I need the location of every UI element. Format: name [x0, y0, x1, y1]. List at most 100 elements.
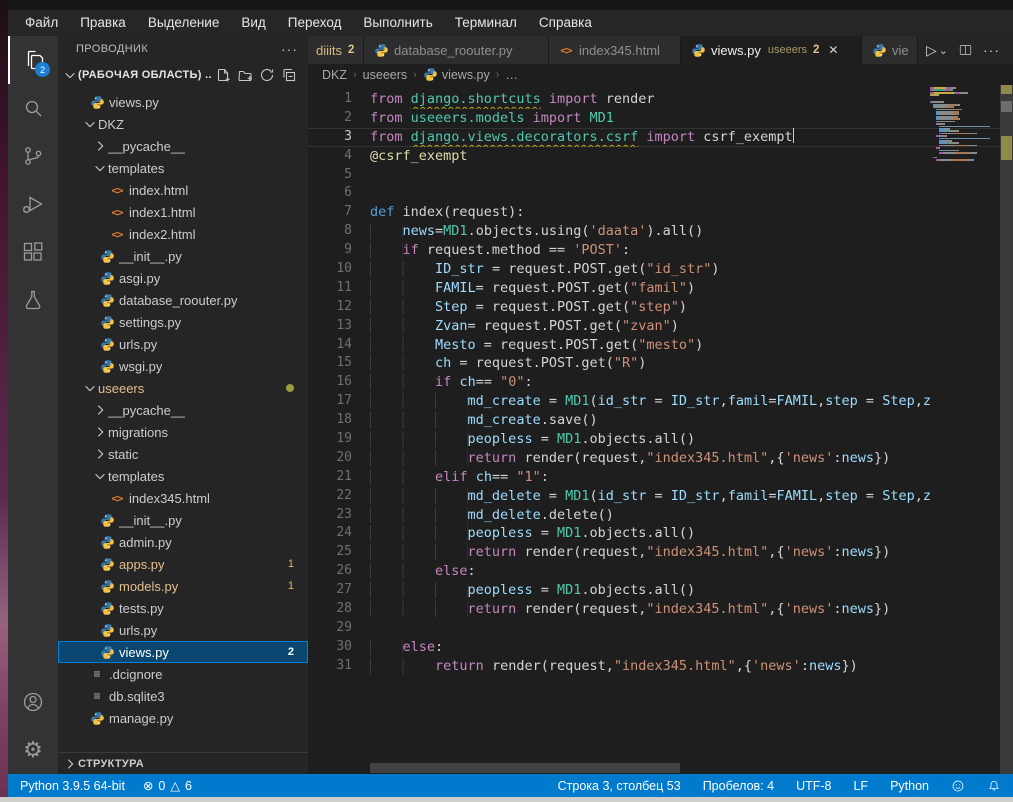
explorer-more-actions-icon[interactable]: ···: [281, 41, 298, 57]
indentation-item[interactable]: Пробелов: 4: [703, 779, 774, 793]
breadcrumb-segment-useeers[interactable]: useeers: [363, 68, 407, 82]
tab-vie[interactable]: vie: [862, 36, 918, 64]
run-button[interactable]: ▷⌄: [923, 39, 951, 61]
breadcrumb-segment-dkz[interactable]: DKZ: [322, 68, 347, 82]
problems-badge: 1: [288, 558, 294, 570]
tree-item-dcignore[interactable]: ≡.dcignore: [58, 663, 308, 685]
new-folder-icon[interactable]: [234, 66, 256, 84]
line-content: return render(request,"index345.html",{'…: [370, 543, 930, 562]
code-line-29: 29: [308, 619, 1000, 638]
menu-item-item[interactable]: Переход: [277, 10, 353, 36]
tree-item-init-py[interactable]: __init__.py: [58, 245, 308, 267]
tree-item-asgi-py[interactable]: asgi.py: [58, 267, 308, 289]
tree-item-useeers[interactable]: useeers: [58, 377, 308, 399]
file-icon: ≡: [88, 667, 106, 681]
code-line-19: 19 peopless = MD1.objects.all(): [308, 430, 1000, 449]
python-interpreter-item[interactable]: Python 3.9.5 64-bit: [20, 779, 125, 793]
language-mode-item[interactable]: Python: [890, 779, 929, 793]
html-file-icon: <>: [108, 206, 126, 219]
more-actions-icon[interactable]: ···: [980, 39, 1003, 61]
tab-badge: 2: [813, 44, 819, 56]
problems-item[interactable]: ⊗ 0 △ 6: [143, 778, 192, 793]
line-number: 30: [308, 638, 352, 657]
collapse-all-icon[interactable]: [278, 66, 300, 84]
tree-item-manage-py[interactable]: manage.py: [58, 707, 308, 729]
line-number: 9: [308, 241, 352, 260]
tree-item-index1-html[interactable]: <>index1.html: [58, 201, 308, 223]
tree-item-database-roouter-py[interactable]: database_roouter.py: [58, 289, 308, 311]
tree-item-dkz[interactable]: DKZ: [58, 113, 308, 135]
tree-item-wsgi-py[interactable]: wsgi.py: [58, 355, 308, 377]
workspace-section-header[interactable]: (РАБОЧАЯ ОБЛАСТЬ) ...: [58, 62, 308, 88]
overview-slider-mark: [1001, 101, 1012, 112]
outline-section-header[interactable]: СТРУКТУРА: [58, 752, 308, 774]
python-file-icon: [98, 579, 116, 594]
tree-item-views-py[interactable]: views.py2: [58, 641, 308, 663]
cursor-position-item[interactable]: Строка 3, столбец 53: [558, 779, 681, 793]
tree-item-urls-py[interactable]: urls.py: [58, 619, 308, 641]
tab-database-roouter-py[interactable]: database_roouter.py: [364, 36, 549, 64]
tree-item-urls-py[interactable]: urls.py: [58, 333, 308, 355]
tree-item-index-html[interactable]: <>index.html: [58, 179, 308, 201]
horizontal-scrollbar[interactable]: [370, 763, 680, 773]
warning-icon: △: [170, 778, 180, 793]
menu-item-item[interactable]: Терминал: [444, 10, 528, 36]
feedback-icon[interactable]: [951, 779, 965, 793]
tree-item-tests-py[interactable]: tests.py: [58, 597, 308, 619]
tree-item-settings-py[interactable]: settings.py: [58, 311, 308, 333]
minimap[interactable]: [930, 87, 998, 162]
tree-item-views-py[interactable]: views.py: [58, 91, 308, 113]
split-editor-icon[interactable]: [955, 39, 976, 61]
tree-item-db-sqlite3[interactable]: ≡db.sqlite3: [58, 685, 308, 707]
breadcrumb-segment-item[interactable]: …: [505, 68, 518, 82]
tree-item-pycache[interactable]: __pycache__: [58, 399, 308, 421]
testing-icon[interactable]: [8, 276, 58, 324]
menu-item-item[interactable]: Вид: [230, 10, 276, 36]
tab-index345-html[interactable]: <>index345.html: [549, 36, 681, 64]
tree-item-apps-py[interactable]: apps.py1: [58, 553, 308, 575]
search-icon[interactable]: [8, 84, 58, 132]
tree-item-index345-html[interactable]: <>index345.html: [58, 487, 308, 509]
tree-item-templates[interactable]: templates: [58, 157, 308, 179]
menu-item-item[interactable]: Правка: [69, 10, 137, 36]
tree-item-pycache[interactable]: __pycache__: [58, 135, 308, 157]
tree-item-templates[interactable]: templates: [58, 465, 308, 487]
menu-item-item[interactable]: Выполнить: [352, 10, 443, 36]
menu-item-item[interactable]: Выделение: [137, 10, 231, 36]
tree-item-label: views.py: [109, 95, 159, 110]
code-line-27: 27 peopless = MD1.objects.all(): [308, 581, 1000, 600]
menu-item-item[interactable]: Справка: [528, 10, 603, 36]
tree-item-models-py[interactable]: models.py1: [58, 575, 308, 597]
tree-item-label: manage.py: [109, 711, 173, 726]
tree-item-migrations[interactable]: migrations: [58, 421, 308, 443]
tab-diiits[interactable]: diiits2●: [308, 36, 364, 64]
bell-icon[interactable]: [987, 779, 1001, 793]
account-icon[interactable]: [8, 678, 58, 726]
chevron-right-icon: [92, 446, 108, 462]
explorer-badge: 2: [35, 62, 50, 77]
run-debug-icon[interactable]: [8, 180, 58, 228]
eol-item[interactable]: LF: [853, 779, 868, 793]
chevron-right-icon: [92, 424, 108, 440]
breadcrumb-label: …: [505, 68, 518, 82]
extensions-icon[interactable]: [8, 228, 58, 276]
refresh-icon[interactable]: [256, 66, 278, 84]
menu-item-item[interactable]: Файл: [14, 10, 69, 36]
new-file-icon[interactable]: [212, 66, 234, 84]
vertical-scrollbar[interactable]: [1000, 85, 1013, 774]
tree-item-static[interactable]: static: [58, 443, 308, 465]
tree-item-admin-py[interactable]: admin.py: [58, 531, 308, 553]
source-control-icon[interactable]: [8, 132, 58, 180]
encoding-item[interactable]: UTF-8: [796, 779, 831, 793]
breadcrumb-segment-views-py[interactable]: views.py: [423, 67, 490, 82]
tab-close-icon[interactable]: ✕: [828, 43, 838, 57]
tree-item-label: templates: [108, 161, 164, 176]
tree-item-index2-html[interactable]: <>index2.html: [58, 223, 308, 245]
tab-views-py[interactable]: views.pyuseeers2✕: [681, 36, 862, 64]
tree-item-init-py[interactable]: __init__.py: [58, 509, 308, 531]
code-editor[interactable]: 1from django.shortcuts import render2fro…: [308, 85, 1013, 774]
line-number: 8: [308, 222, 352, 241]
settings-icon[interactable]: ⚙: [8, 726, 58, 774]
line-number: 26: [308, 562, 352, 581]
explorer-icon[interactable]: 2: [8, 36, 58, 84]
